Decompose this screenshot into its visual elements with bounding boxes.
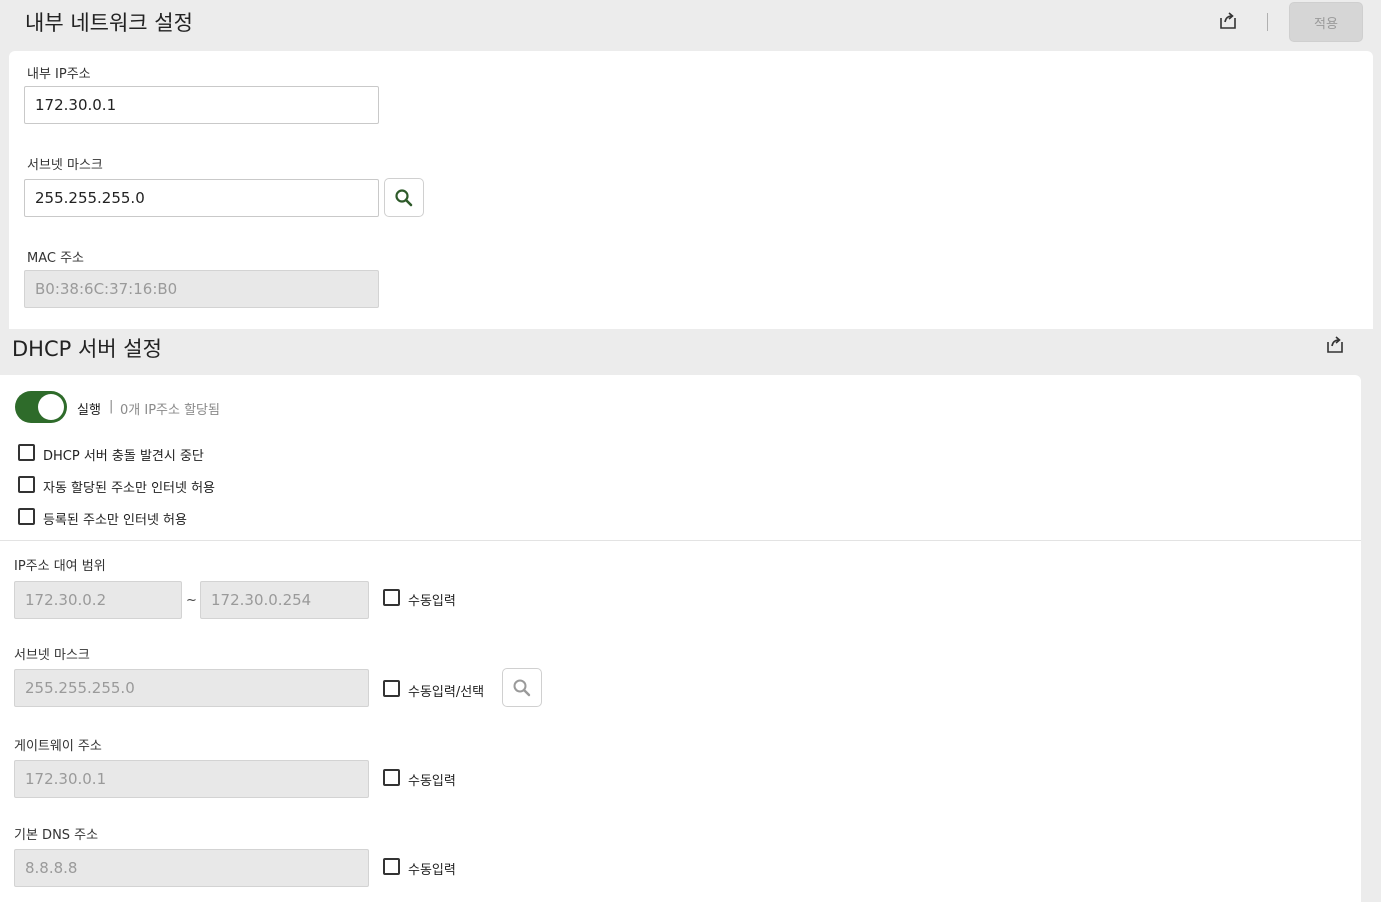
range-manual-label: 수동입력 <box>408 594 456 609</box>
share-icon[interactable] <box>1324 334 1346 356</box>
subnet-manual-select-label: 수동입력/선택 <box>408 685 485 700</box>
internal-network-card: 내부 IP주소 172.30.0.1 서브넷 마스크 255.255.255.0… <box>9 51 1373 329</box>
mac-address-label: MAC 주소 <box>27 251 85 266</box>
dhcp-subnet-label: 서브넷 마스크 <box>14 648 90 663</box>
search-icon <box>513 679 531 696</box>
subnet-mask-input[interactable]: 255.255.255.0 <box>24 179 379 217</box>
registered-only-checkbox[interactable] <box>18 508 35 525</box>
gateway-manual-label: 수동입력 <box>408 774 456 789</box>
internal-network-header: 내부 네트워크 설정 적용 <box>0 0 1381 50</box>
dhcp-run-label: 실행 <box>77 403 101 418</box>
dns-manual-label: 수동입력 <box>408 863 456 878</box>
section-divider <box>0 540 1361 541</box>
dhcp-subnet-search-button[interactable] <box>502 668 542 707</box>
apply-button[interactable]: 적용 <box>1289 2 1363 42</box>
ip-range-label: IP주소 대여 범위 <box>14 559 106 574</box>
range-end-input: 172.30.0.254 <box>200 581 369 619</box>
dns-manual-checkbox[interactable] <box>383 858 400 875</box>
page-gutter <box>1361 329 1381 902</box>
gateway-label: 게이트웨이 주소 <box>14 739 102 754</box>
internal-ip-label: 내부 IP주소 <box>27 67 91 82</box>
dhcp-card: 실행 | 0개 IP주소 할당됨 DHCP 서버 충돌 발견시 중단 자동 할당… <box>0 375 1361 902</box>
dhcp-subnet-input: 255.255.255.0 <box>14 669 369 707</box>
header-divider <box>1267 13 1268 31</box>
subnet-mask-label: 서브넷 마스크 <box>27 158 103 173</box>
internal-network-title: 내부 네트워크 설정 <box>25 11 193 35</box>
dhcp-title: DHCP 서버 설정 <box>12 337 162 361</box>
toggle-knob <box>38 394 64 420</box>
range-start-input: 172.30.0.2 <box>14 581 182 619</box>
dhcp-status-text: 0개 IP주소 할당됨 <box>120 403 220 418</box>
dhcp-header: DHCP 서버 설정 <box>0 329 1366 375</box>
stop-on-conflict-label: DHCP 서버 충돌 발견시 중단 <box>43 449 204 464</box>
gateway-manual-checkbox[interactable] <box>383 769 400 786</box>
dns-label: 기본 DNS 주소 <box>14 828 99 843</box>
registered-only-label: 등록된 주소만 인터넷 허용 <box>43 513 187 528</box>
range-tilde: ~ <box>186 593 197 608</box>
gateway-input: 172.30.0.1 <box>14 760 369 798</box>
search-icon <box>395 188 413 206</box>
auto-assigned-only-label: 자동 할당된 주소만 인터넷 허용 <box>43 481 216 496</box>
share-icon[interactable] <box>1217 10 1239 32</box>
internal-ip-input[interactable]: 172.30.0.1 <box>24 86 379 124</box>
subnet-manual-checkbox[interactable] <box>383 680 400 697</box>
dns-input: 8.8.8.8 <box>14 849 369 887</box>
dhcp-run-toggle[interactable] <box>15 391 67 423</box>
status-separator: | <box>109 399 114 414</box>
range-manual-checkbox[interactable] <box>383 589 400 606</box>
auto-assigned-only-checkbox[interactable] <box>18 476 35 493</box>
mac-address-input: B0:38:6C:37:16:B0 <box>24 270 379 308</box>
stop-on-conflict-checkbox[interactable] <box>18 444 35 461</box>
subnet-search-button[interactable] <box>384 178 424 217</box>
